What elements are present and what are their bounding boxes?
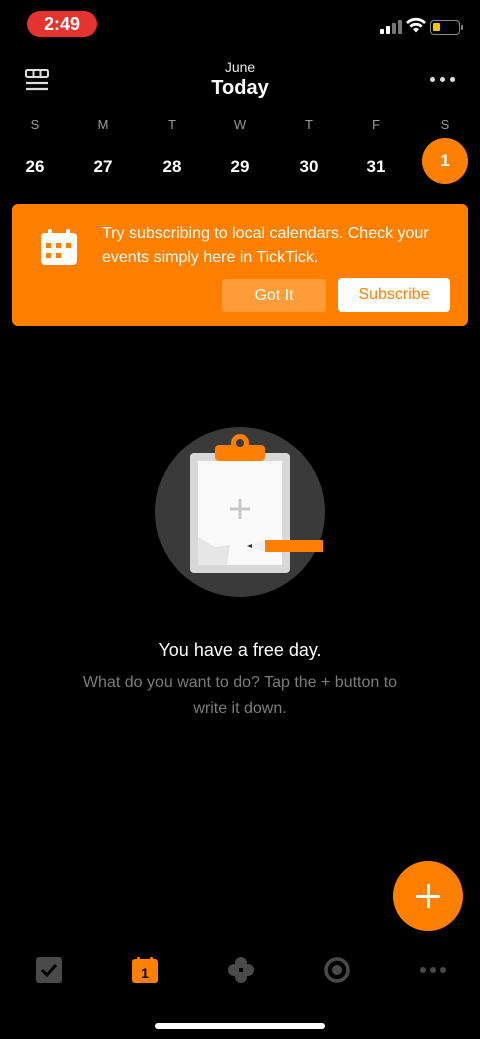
day-number: 29 bbox=[230, 157, 250, 176]
day-number: 26 bbox=[25, 157, 45, 176]
calendar-badge: 1 bbox=[141, 965, 149, 981]
week-day[interactable]: T 30 bbox=[279, 116, 339, 190]
week-day[interactable]: W 29 bbox=[210, 116, 270, 190]
header: June Today bbox=[0, 52, 480, 112]
empty-state-title: You have a free day. bbox=[158, 640, 322, 660]
week-day[interactable]: S 26 bbox=[5, 116, 65, 190]
day-of-week-label: S bbox=[440, 117, 450, 132]
day-of-week-label: S bbox=[30, 117, 40, 132]
day-of-week-label: T bbox=[168, 117, 176, 132]
week-strip: S 26 M 27 T 28 W 29 T 30 F 31 S 1 bbox=[0, 116, 480, 188]
week-day-selected[interactable]: S 1 bbox=[415, 116, 475, 184]
day-of-week-label: M bbox=[97, 117, 109, 132]
tab-tasks[interactable] bbox=[0, 945, 96, 999]
more-icon bbox=[420, 967, 446, 973]
day-number: 27 bbox=[93, 157, 113, 176]
week-day[interactable]: F 31 bbox=[346, 116, 406, 190]
subscribe-banner: Try subscribing to local calendars. Chec… bbox=[12, 204, 468, 326]
status-time[interactable]: 2:49 bbox=[27, 11, 97, 37]
wifi-icon bbox=[406, 17, 426, 33]
week-day[interactable]: M 27 bbox=[73, 116, 133, 190]
tab-calendar[interactable]: 1 bbox=[96, 945, 192, 999]
more-options-icon[interactable] bbox=[430, 74, 456, 84]
calendar-icon bbox=[41, 229, 77, 265]
tab-focus[interactable] bbox=[288, 945, 384, 999]
empty-state-subtitle: What do you want to do? Tap the + button… bbox=[82, 674, 398, 717]
bottom-tab-bar: 1 bbox=[0, 945, 480, 999]
page-title[interactable]: Today bbox=[0, 77, 480, 100]
day-of-week-label: T bbox=[305, 117, 313, 132]
add-task-button[interactable] bbox=[393, 861, 463, 931]
banner-message: Try subscribing to local calendars. Chec… bbox=[102, 225, 429, 266]
got-it-button[interactable]: Got It bbox=[222, 279, 326, 312]
tab-more[interactable] bbox=[384, 945, 480, 999]
day-number: 31 bbox=[366, 157, 386, 176]
week-day[interactable]: T 28 bbox=[142, 116, 202, 190]
calendar-icon: 1 bbox=[132, 957, 158, 983]
focus-icon bbox=[324, 957, 350, 983]
status-bar: 2:49 bbox=[0, 0, 480, 48]
tab-matrix[interactable] bbox=[192, 945, 288, 999]
home-indicator bbox=[155, 1023, 325, 1029]
subscribe-button[interactable]: Subscribe bbox=[338, 278, 450, 312]
day-of-week-label: F bbox=[372, 117, 380, 132]
day-number: 30 bbox=[299, 157, 319, 176]
cellular-signal-icon bbox=[380, 18, 402, 34]
day-number: 1 bbox=[422, 138, 468, 184]
battery-icon bbox=[430, 20, 463, 35]
clipboard-illustration bbox=[155, 427, 325, 597]
matrix-icon bbox=[228, 957, 254, 983]
day-number: 28 bbox=[162, 157, 182, 176]
task-checkbox-icon bbox=[36, 957, 62, 983]
day-of-week-label: W bbox=[233, 117, 247, 132]
header-month: June bbox=[224, 59, 256, 75]
